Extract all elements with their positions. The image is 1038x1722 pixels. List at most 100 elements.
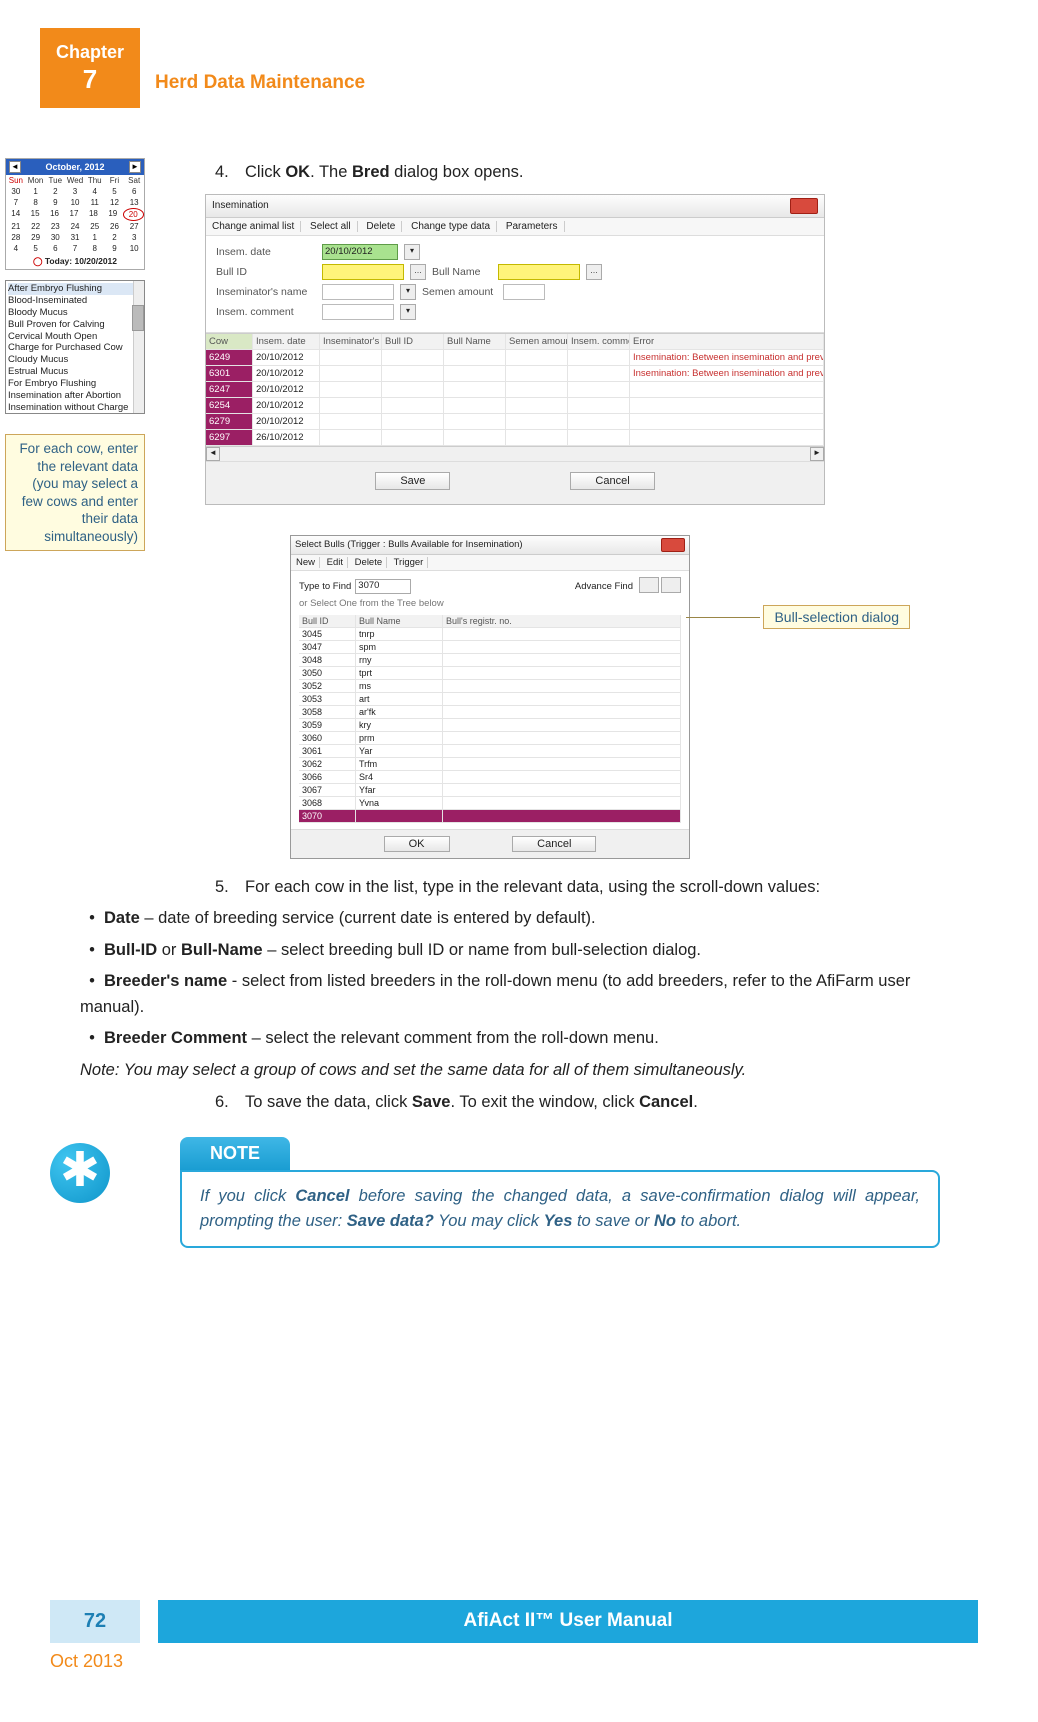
- list-item[interactable]: Insemination after Abortion: [8, 390, 142, 402]
- cancel-button[interactable]: Cancel: [570, 472, 654, 490]
- cow-grid: CowInsem. dateInseminator's nameBull IDB…: [206, 333, 824, 446]
- tb-edit[interactable]: Edit: [327, 557, 348, 568]
- calendar-widget[interactable]: ◄ October, 2012 ► SunMonTueWedThuFriSat …: [5, 158, 145, 270]
- inseminator-field[interactable]: [322, 284, 394, 300]
- tb-parameters[interactable]: Parameters: [506, 221, 565, 232]
- table-row[interactable]: 3045tnrp: [299, 628, 681, 641]
- tb-change-type[interactable]: Change type data: [411, 221, 497, 232]
- or-select-label: or Select One from the Tree below: [299, 598, 681, 609]
- cal-month: October, 2012: [45, 162, 104, 172]
- table-row[interactable]: 3058ar'fk: [299, 706, 681, 719]
- table-row[interactable]: 3068Yvna: [299, 797, 681, 810]
- cal-prev-icon[interactable]: ◄: [9, 161, 21, 173]
- cancel-button[interactable]: Cancel: [512, 836, 596, 852]
- inseminator-dropdown-icon[interactable]: ▾: [400, 284, 416, 300]
- note-block: NOTE If you click Cancel before saving t…: [180, 1137, 940, 1248]
- today-icon: ◯: [33, 256, 43, 266]
- list-item[interactable]: Blood-Inseminated: [8, 295, 142, 307]
- list-item[interactable]: Cervical Mouth Open: [8, 331, 142, 343]
- tb-new[interactable]: New: [296, 557, 320, 568]
- chapter-number: 7: [40, 65, 140, 95]
- scroll-thumb[interactable]: [132, 305, 144, 331]
- date-dropdown-icon[interactable]: ▾: [404, 244, 420, 260]
- lbl-semen-amount: Semen amount: [422, 286, 497, 298]
- list-item[interactable]: Bloody Mucus: [8, 307, 142, 319]
- page-number: 72: [50, 1600, 140, 1643]
- table-row[interactable]: 3061Yar: [299, 745, 681, 758]
- type-find-input[interactable]: 3070: [355, 579, 411, 594]
- find-opt-1[interactable]: [639, 577, 659, 593]
- step-4: 4. Click OK. The Bred dialog box opens.: [215, 160, 978, 186]
- semen-amount-field[interactable]: [503, 284, 545, 300]
- list-item[interactable]: Estrual Mucus: [8, 366, 142, 378]
- table-row[interactable]: 629726/10/2012: [206, 430, 824, 446]
- bullet-list: Date – date of breeding service (current…: [80, 906, 978, 1083]
- table-row[interactable]: 625420/10/2012: [206, 398, 824, 414]
- table-row[interactable]: 3062Trfm: [299, 758, 681, 771]
- table-row[interactable]: 624720/10/2012: [206, 382, 824, 398]
- lbl-bull-id: Bull ID: [216, 266, 316, 278]
- tb-select-all[interactable]: Select all: [310, 221, 358, 232]
- list-item[interactable]: Insemination without Charge: [8, 402, 142, 414]
- table-row[interactable]: 3060prm: [299, 732, 681, 745]
- side-illustration: ◄ October, 2012 ► SunMonTueWedThuFriSat …: [5, 158, 145, 551]
- tb-trigger[interactable]: Trigger: [394, 557, 429, 568]
- table-row[interactable]: 3067Yfar: [299, 784, 681, 797]
- step-6: 6. To save the data, click Save. To exit…: [215, 1090, 978, 1116]
- note-body: If you click Cancel before saving the ch…: [180, 1170, 940, 1248]
- bull-id-field[interactable]: [322, 264, 404, 280]
- list-item[interactable]: Cloudy Mucus: [8, 354, 142, 366]
- table-row[interactable]: 624920/10/2012Insemination: Between inse…: [206, 350, 824, 366]
- callout-enter-data: For each cow, enter the relevant data (y…: [5, 434, 145, 551]
- step-5: 5. For each cow in the list, type in the…: [215, 875, 978, 901]
- list-item[interactable]: After Embryo Flushing: [8, 283, 142, 295]
- insem-date-field[interactable]: 20/10/2012: [322, 244, 398, 260]
- table-row[interactable]: 630120/10/2012Insemination: Between inse…: [206, 366, 824, 382]
- find-opt-2[interactable]: [661, 577, 681, 593]
- ok-button[interactable]: OK: [384, 836, 450, 852]
- footer-date: Oct 2013: [50, 1651, 978, 1672]
- bull-dialog-title: Select Bulls (Trigger : Bulls Available …: [295, 539, 523, 550]
- dialog-title: Insemination: [212, 200, 269, 211]
- insem-comment-field[interactable]: [322, 304, 394, 320]
- table-row[interactable]: 3053art: [299, 693, 681, 706]
- selected-row[interactable]: 3070: [299, 810, 681, 823]
- table-row[interactable]: 627920/10/2012: [206, 414, 824, 430]
- scroll-left-icon[interactable]: ◄: [206, 447, 220, 461]
- scroll-right-icon[interactable]: ►: [810, 447, 824, 461]
- tb-delete[interactable]: Delete: [355, 557, 387, 568]
- lbl-insem-date: Insem. date: [216, 246, 316, 258]
- table-row[interactable]: 3066Sr4: [299, 771, 681, 784]
- lbl-inseminator: Inseminator's name: [216, 286, 316, 298]
- list-item[interactable]: Charge for Purchased Cow: [8, 342, 142, 354]
- bull-name-field[interactable]: [498, 264, 580, 280]
- save-button[interactable]: Save: [375, 472, 450, 490]
- type-find-label: Type to Find: [299, 581, 351, 592]
- table-row[interactable]: 3047spm: [299, 641, 681, 654]
- tb-change-list[interactable]: Change animal list: [212, 221, 301, 232]
- lbl-insem-comment: Insem. comment: [216, 306, 316, 318]
- close-icon[interactable]: [661, 538, 685, 552]
- note-icon: ✱: [50, 1143, 110, 1203]
- table-row[interactable]: 3059kry: [299, 719, 681, 732]
- list-item[interactable]: Bull Proven for Calving: [8, 319, 142, 331]
- chapter-word: Chapter: [40, 42, 140, 63]
- bull-name-picker-icon[interactable]: …: [586, 264, 602, 280]
- chapter-badge: Chapter 7: [40, 28, 140, 108]
- cal-next-icon[interactable]: ►: [129, 161, 141, 173]
- comment-listbox[interactable]: After Embryo FlushingBlood-InseminatedBl…: [5, 280, 145, 414]
- note-tab: NOTE: [180, 1137, 290, 1170]
- cal-today: Today: 10/20/2012: [45, 256, 117, 266]
- tb-delete[interactable]: Delete: [366, 221, 402, 232]
- table-row[interactable]: 3050tprt: [299, 667, 681, 680]
- close-icon[interactable]: [790, 198, 818, 214]
- scrollbar[interactable]: [133, 281, 144, 413]
- list-item[interactable]: For Embryo Flushing: [8, 378, 142, 390]
- lbl-bull-name: Bull Name: [432, 266, 492, 278]
- table-row[interactable]: 3048rny: [299, 654, 681, 667]
- bull-selection-dialog: Select Bulls (Trigger : Bulls Available …: [290, 535, 690, 859]
- comment-dropdown-icon[interactable]: ▾: [400, 304, 416, 320]
- callout-bull-selection: Bull-selection dialog: [763, 605, 910, 629]
- table-row[interactable]: 3052ms: [299, 680, 681, 693]
- bull-id-picker-icon[interactable]: …: [410, 264, 426, 280]
